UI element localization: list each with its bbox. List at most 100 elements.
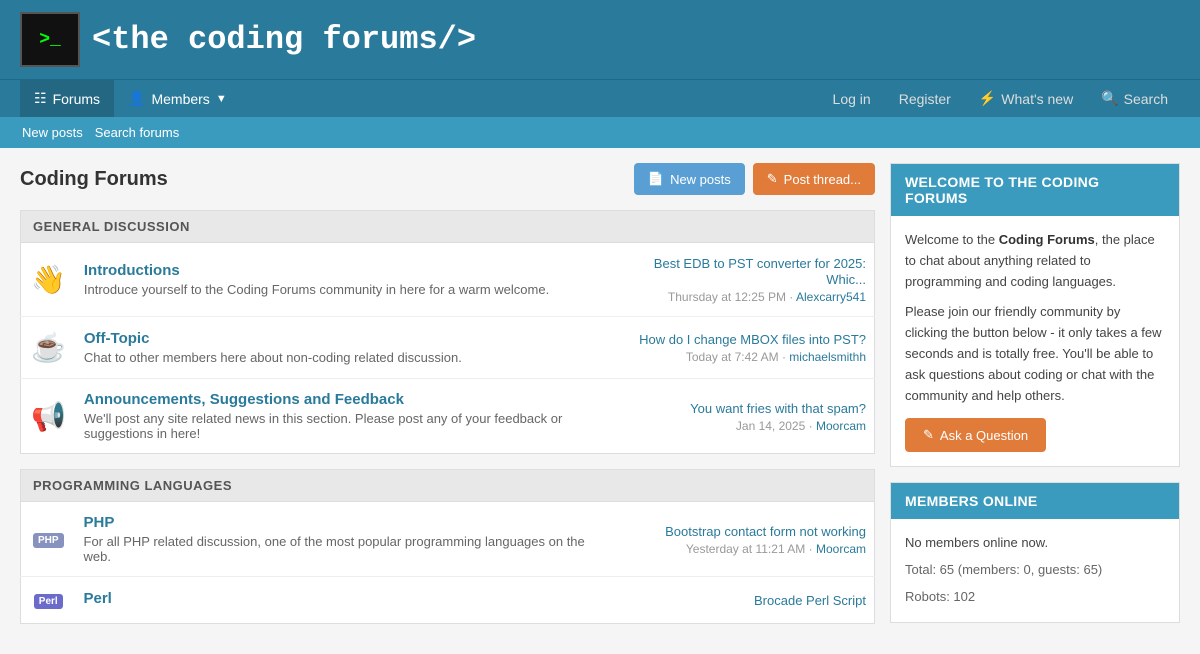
last-post-offtopic-meta: Today at 7:42 AM · michaelsmithh (623, 350, 867, 364)
members-dropdown-arrow: ▼ (216, 93, 227, 105)
main-layout: Coding Forums 📄 New posts ✎ Post thread.… (0, 148, 1200, 654)
last-post-introductions-user: Alexcarry541 (796, 290, 866, 304)
forum-introductions-link[interactable]: Introductions (84, 262, 180, 279)
forum-info-cell: Announcements, Suggestions and Feedback … (76, 379, 615, 454)
terminal-icon: >_ (39, 30, 61, 50)
ask-question-button[interactable]: ✎ Ask a Question (905, 418, 1046, 452)
table-row: Perl Perl Brocade Perl Script (21, 577, 875, 624)
nav-forums[interactable]: ☷ Forums (20, 80, 114, 117)
section-general-discussion-header: GENERAL DISCUSSION (20, 210, 875, 242)
no-members-text: No members online now. (905, 533, 1165, 554)
table-row: PHP PHP For all PHP related discussion, … (21, 502, 875, 577)
subnav: New posts Search forums (0, 117, 1200, 148)
forum-info-cell: Introductions Introduce yourself to the … (76, 243, 615, 317)
members-total: Total: 65 (members: 0, guests: 65) (905, 560, 1165, 581)
forum-icon-cell: PHP (21, 502, 76, 577)
announcements-icon: 📢 (31, 401, 66, 432)
forum-perl-link[interactable]: Perl (84, 590, 112, 607)
welcome-intro: Welcome to the Coding Forums, the place … (905, 230, 1165, 292)
sidebar: WELCOME TO THE CODING FORUMS Welcome to … (890, 163, 1180, 639)
last-post-announcements-title[interactable]: You want fries with that spam? (690, 401, 866, 416)
forum-icon-cell: ☕ (21, 317, 76, 379)
nav-search[interactable]: 🔍 Search (1089, 80, 1180, 117)
table-row: 📢 Announcements, Suggestions and Feedbac… (21, 379, 875, 454)
forum-php-desc: For all PHP related discussion, one of t… (84, 534, 607, 564)
nav-left: ☷ Forums 👤 Members ▼ (20, 80, 821, 117)
last-post-introductions-meta: Thursday at 12:25 PM · Alexcarry541 (623, 290, 867, 304)
welcome-body: Please join our friendly community by cl… (905, 302, 1165, 406)
last-post-perl-title[interactable]: Brocade Perl Script (754, 593, 866, 608)
forum-announcements-desc: We'll post any site related news in this… (84, 411, 607, 441)
members-online-header: MEMBERS ONLINE (891, 483, 1179, 519)
subnav-new-posts[interactable]: New posts (20, 121, 85, 144)
forum-offtopic-link[interactable]: Off-Topic (84, 330, 150, 347)
forum-offtopic-desc: Chat to other members here about non-cod… (84, 350, 607, 365)
forum-announcements-link[interactable]: Announcements, Suggestions and Feedback (84, 391, 404, 408)
page-title: Coding Forums (20, 168, 168, 191)
logo-full: <the coding forums/> (92, 21, 476, 58)
forums-icon: ☷ (34, 90, 47, 107)
page-actions: 📄 New posts ✎ Post thread... (634, 163, 875, 195)
subnav-search-forums[interactable]: Search forums (93, 121, 182, 144)
members-online-box: MEMBERS ONLINE No members online now. To… (890, 482, 1180, 622)
members-icon: 👤 (128, 90, 145, 107)
forum-last-cell: Brocade Perl Script (615, 577, 875, 624)
programming-languages-table: PHP PHP For all PHP related discussion, … (20, 501, 875, 624)
post-thread-icon: ✎ (767, 171, 778, 187)
new-posts-icon: 📄 (648, 171, 664, 187)
last-post-offtopic-user: michaelsmithh (789, 350, 866, 364)
members-online-body: No members online now. Total: 65 (member… (891, 519, 1179, 621)
welcome-title: WELCOME TO THE CODING FORUMS (905, 174, 1165, 206)
table-row: ☕ Off-Topic Chat to other members here a… (21, 317, 875, 379)
section-general-discussion-title: GENERAL DISCUSSION (33, 219, 862, 234)
last-post-php-title[interactable]: Bootstrap contact form not working (665, 524, 866, 539)
section-programming-header: PROGRAMMING LANGUAGES (20, 469, 875, 501)
last-post-php-user: Moorcam (816, 542, 866, 556)
welcome-box: WELCOME TO THE CODING FORUMS Welcome to … (890, 163, 1180, 467)
post-thread-button[interactable]: ✎ Post thread... (753, 163, 875, 195)
nav-whats-new[interactable]: ⚡ What's new (967, 80, 1085, 117)
forum-introductions-desc: Introduce yourself to the Coding Forums … (84, 282, 607, 297)
last-post-offtopic-title[interactable]: How do I change MBOX files into PST? (639, 332, 866, 347)
perl-icon: Perl (34, 594, 63, 609)
table-row: 👋 Introductions Introduce yourself to th… (21, 243, 875, 317)
forum-icon-cell: 👋 (21, 243, 76, 317)
last-post-announcements-user: Moorcam (816, 419, 866, 433)
logo-text: <the coding forums/> (92, 21, 476, 58)
nav-members[interactable]: 👤 Members ▼ (114, 80, 241, 117)
forum-last-cell: You want fries with that spam? Jan 14, 2… (615, 379, 875, 454)
forum-last-cell: How do I change MBOX files into PST? Tod… (615, 317, 875, 379)
nav-login[interactable]: Log in (821, 81, 883, 117)
nav-right: Log in Register ⚡ What's new 🔍 Search (821, 80, 1180, 117)
header: >_ <the coding forums/> (0, 0, 1200, 79)
forum-php-link[interactable]: PHP (84, 514, 115, 531)
section-programming-title: PROGRAMMING LANGUAGES (33, 478, 862, 493)
whats-new-icon: ⚡ (979, 90, 996, 107)
forum-icon-cell: 📢 (21, 379, 76, 454)
forum-info-cell: Perl (76, 577, 615, 624)
forum-last-cell: Bootstrap contact form not working Yeste… (615, 502, 875, 577)
members-online-title: MEMBERS ONLINE (905, 493, 1165, 509)
last-post-introductions-title[interactable]: Best EDB to PST converter for 2025: Whic… (654, 256, 866, 287)
forum-last-cell: Best EDB to PST converter for 2025: Whic… (615, 243, 875, 317)
introductions-icon: 👋 (31, 264, 66, 295)
members-robots: Robots: 102 (905, 587, 1165, 608)
welcome-brand: Coding Forums (999, 232, 1095, 247)
forum-info-cell: PHP For all PHP related discussion, one … (76, 502, 615, 577)
nav-register[interactable]: Register (887, 81, 963, 117)
content-area: Coding Forums 📄 New posts ✎ Post thread.… (20, 163, 875, 639)
last-post-php-meta: Yesterday at 11:21 AM · Moorcam (623, 542, 867, 556)
offtopic-icon: ☕ (31, 332, 66, 363)
ask-icon: ✎ (923, 427, 934, 443)
php-icon: PHP (33, 533, 64, 548)
forum-icon-cell: Perl (21, 577, 76, 624)
main-nav: ☷ Forums 👤 Members ▼ Log in Register ⚡ W… (0, 79, 1200, 117)
welcome-box-header: WELCOME TO THE CODING FORUMS (891, 164, 1179, 216)
forum-info-cell: Off-Topic Chat to other members here abo… (76, 317, 615, 379)
logo-icon: >_ (20, 12, 80, 67)
new-posts-button[interactable]: 📄 New posts (634, 163, 745, 195)
general-discussion-table: 👋 Introductions Introduce yourself to th… (20, 242, 875, 454)
last-post-announcements-meta: Jan 14, 2025 · Moorcam (623, 419, 867, 433)
search-icon: 🔍 (1101, 90, 1118, 107)
page-header: Coding Forums 📄 New posts ✎ Post thread.… (20, 163, 875, 195)
